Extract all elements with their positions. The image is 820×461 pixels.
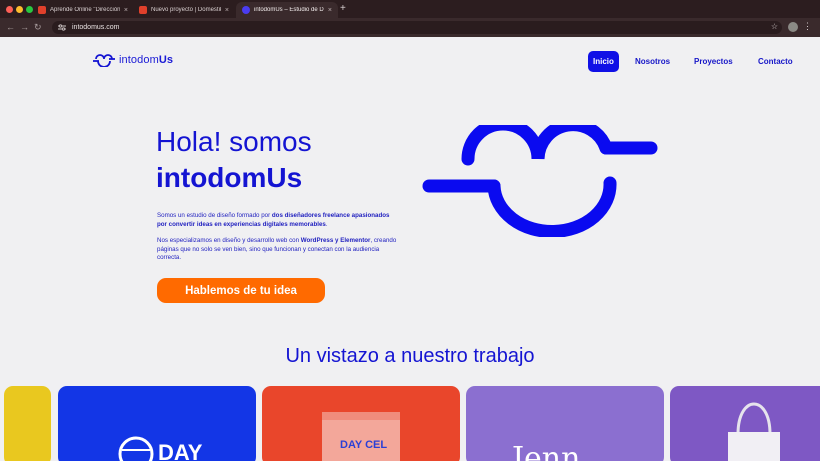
browser-menu-icon[interactable]: ⋮	[803, 21, 812, 32]
logo-text: intodomUs	[119, 54, 174, 66]
close-tab-icon[interactable]: ×	[124, 7, 128, 14]
site-logo[interactable]: intodomUs	[93, 53, 173, 67]
project-4-artwork: Jenn	[509, 441, 580, 461]
address-bar[interactable]: intodomus.com	[52, 21, 782, 34]
browser-toolbar: ← → ↻ intodomus.com ☆ ⋮	[0, 18, 820, 37]
url-text: intodomus.com	[72, 24, 120, 31]
nav-inicio[interactable]: Inicio	[588, 51, 619, 72]
forward-arrow-icon[interactable]: →	[20, 22, 29, 32]
project-4-label: Jenn	[509, 441, 580, 461]
hero-paragraph-1: Somos un estudio de diseño formado por d…	[157, 212, 390, 228]
project-card-2[interactable]: DAY	[58, 386, 256, 461]
new-tab-button[interactable]: +	[340, 3, 346, 14]
close-tab-icon[interactable]: ×	[328, 7, 332, 14]
project-card-3[interactable]: DAY CEL	[262, 386, 460, 461]
nav-proyectos[interactable]: Proyectos	[694, 57, 733, 66]
bookmark-star-icon[interactable]: ☆	[771, 22, 778, 31]
hero-title-line-2: intodomUs	[156, 162, 303, 193]
project-card-4[interactable]: Jenn	[466, 386, 664, 461]
browser-tab-1[interactable]: Aprende Online "Dirección de ×	[32, 2, 134, 18]
back-arrow-icon[interactable]: ←	[6, 22, 15, 32]
intodomus-logo-icon	[93, 54, 115, 67]
contact-cta-button[interactable]: Hablemos de tu idea	[157, 278, 325, 303]
project-2-label: DAY	[158, 440, 203, 461]
tab-label: Aprende Online "Dirección de	[50, 7, 120, 13]
browser-tab-2[interactable]: Nuevo proyecto | Domestika ×	[133, 2, 235, 18]
project-3-artwork: DAY CEL	[322, 412, 400, 461]
browser-tab-3-active[interactable]: intodomUs – Estudio de Diseño ×	[236, 2, 338, 18]
project-3-label: DAY CEL	[340, 439, 387, 451]
intodomus-favicon-icon	[242, 6, 250, 14]
domestika-favicon-icon	[139, 6, 147, 14]
project-card-1[interactable]	[4, 386, 51, 461]
tab-label: Nuevo proyecto | Domestika	[151, 7, 221, 13]
close-window-button[interactable]	[6, 6, 13, 13]
profile-avatar[interactable]	[788, 22, 798, 32]
work-section-title: Un vistazo a nuestro trabajo	[285, 345, 535, 367]
tab-label: intodomUs – Estudio de Diseño	[254, 7, 324, 13]
reload-icon[interactable]: ↻	[34, 22, 42, 33]
smiley-brand-illustration-icon	[422, 125, 658, 237]
project-2-artwork: DAY	[118, 436, 203, 461]
close-tab-icon[interactable]: ×	[225, 7, 229, 14]
browser-tab-bar: Aprende Online "Dirección de × Nuevo pro…	[0, 0, 820, 18]
site-settings-icon[interactable]	[58, 24, 66, 31]
minimize-window-button[interactable]	[16, 6, 23, 13]
project-card-5[interactable]	[670, 386, 820, 461]
nav-nosotros[interactable]: Nosotros	[635, 57, 670, 66]
hero-title: Hola! somos intodomUs	[156, 124, 312, 196]
nav-contacto[interactable]: Contacto	[758, 57, 793, 66]
hero-title-line-1: Hola! somos	[156, 126, 312, 157]
hero-paragraph-2: Nos especializamos en diseño y desarroll…	[157, 237, 397, 262]
site-header: intodomUs Inicio Nosotros Proyectos Cont…	[0, 37, 820, 87]
tote-bag-artwork-icon	[728, 402, 780, 461]
domestika-favicon-icon	[38, 6, 46, 14]
